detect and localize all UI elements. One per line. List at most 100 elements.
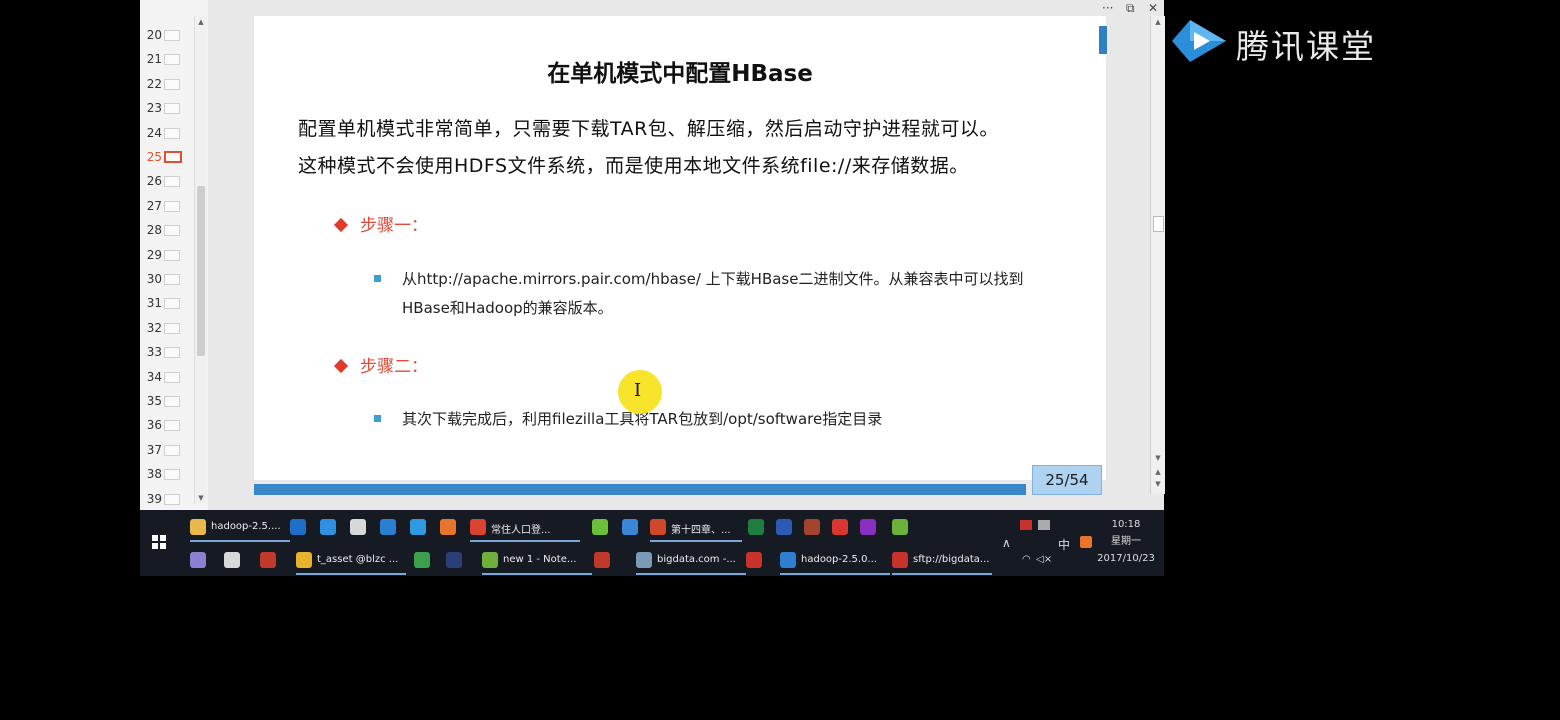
slide-thumbnail[interactable]: 31 [140, 294, 200, 312]
powerpoint-icon [650, 519, 666, 535]
powerpoint-window: 20 21 22 23 24 25 26 27 28 29 30 31 32 33 34 35 36 37 38 39… [140, 0, 1165, 510]
xshell-icon [832, 519, 848, 535]
taskbar-item[interactable] [804, 515, 834, 541]
thumbnail-scrollbar[interactable]: ▲ ▼ [194, 16, 207, 504]
taskbar-item[interactable] [224, 548, 254, 574]
slide-thumbnail[interactable]: 29 [140, 246, 200, 264]
slide-thumbnail[interactable]: 26 [140, 172, 200, 190]
slide-mini-preview [164, 347, 180, 359]
ime-indicator[interactable]: 中 [1058, 536, 1070, 553]
step-2-heading: 步骤二： [333, 352, 428, 377]
taskbar-item[interactable]: hadoop-2.5.... [190, 515, 290, 542]
slide-number: 25 [146, 150, 162, 164]
slide-thumbnail[interactable]: 32 [140, 319, 200, 337]
next-slide-icon[interactable]: ▼ [1153, 480, 1163, 488]
slide-progress-bar [254, 484, 1026, 495]
slide-thumbnail[interactable]: 35 [140, 392, 200, 410]
scroll-up-icon[interactable]: ▲ [197, 18, 205, 26]
scroll-down-icon[interactable]: ▼ [1153, 454, 1163, 462]
app-blue-icon [780, 552, 796, 568]
slide-thumbnail[interactable]: 25 [140, 148, 200, 166]
taskbar-item[interactable] [414, 548, 444, 574]
slide-mini-preview [164, 322, 180, 334]
scroll-thumb[interactable] [197, 186, 205, 356]
taskbar-item[interactable]: 常住人口登... [470, 515, 580, 542]
slide-number: 34 [146, 369, 162, 384]
taskbar-item[interactable] [860, 515, 890, 541]
taskbar-item[interactable]: sftp://bigdata... [892, 548, 992, 575]
app-g-icon [290, 519, 306, 535]
slide-thumbnail[interactable]: 39 [140, 490, 200, 508]
text-cursor-icon: I [634, 380, 642, 401]
windows-start-icon[interactable] [152, 535, 166, 549]
taskbar-item[interactable] [746, 548, 776, 574]
taskbar-item[interactable] [892, 515, 922, 541]
slide-thumbnail[interactable]: 21 [140, 50, 200, 68]
more-options-icon[interactable]: ··· [1102, 1, 1113, 15]
firefox-icon [440, 519, 456, 535]
taskbar-item[interactable] [380, 515, 410, 541]
system-clock[interactable]: 10:18 星期一 2017/10/23 [1088, 516, 1164, 567]
taskbar-item[interactable] [622, 515, 652, 541]
taskbar-item[interactable] [290, 515, 320, 541]
taskbar-item[interactable]: new 1 - Note... [482, 548, 592, 575]
tray-app-icon[interactable] [1020, 520, 1032, 530]
slide-thumbnail[interactable]: 27 [140, 197, 200, 215]
slide-mini-preview [164, 78, 180, 90]
sound-muted-icon[interactable]: ◁× [1036, 554, 1052, 565]
diamond-bullet-icon [333, 217, 349, 233]
wifi-icon[interactable]: ◠ [1022, 554, 1031, 565]
slide-thumbnail[interactable]: 38 [140, 465, 200, 483]
scroll-thumb[interactable] [1153, 216, 1164, 232]
taskbar-item[interactable]: bigdata.com -... [636, 548, 746, 575]
taskbar-item[interactable] [440, 515, 470, 541]
taskbar-item[interactable] [832, 515, 862, 541]
taskbar-item[interactable] [592, 515, 622, 541]
coffee-icon [224, 552, 240, 568]
page-indicator: 25/54 [1032, 465, 1102, 495]
close-icon[interactable]: ✕ [1148, 1, 1158, 15]
slide-thumbnail[interactable]: 33 [140, 343, 200, 361]
scroll-down-icon[interactable]: ▼ [197, 494, 205, 502]
terminal-icon [636, 552, 652, 568]
slide-thumbnail[interactable]: 30 [140, 270, 200, 288]
taskbar-item[interactable] [350, 515, 380, 541]
slide-thumbnail[interactable]: 23 [140, 99, 200, 117]
slide-thumbnail[interactable]: 36 [140, 416, 200, 434]
slide-thumbnail[interactable]: 20 [140, 26, 200, 44]
slide-thumbnail[interactable]: 28 [140, 221, 200, 239]
prev-slide-icon[interactable]: ▲ [1153, 468, 1163, 476]
slide-number: 35 [146, 394, 162, 408]
slide-thumbnail[interactable]: 24 [140, 124, 200, 142]
taskbar-item[interactable] [446, 548, 476, 574]
taskbar-item[interactable] [260, 548, 290, 574]
taskbar-item[interactable] [776, 515, 806, 541]
slide-number: 20 [146, 28, 162, 42]
taskbar-item[interactable] [748, 515, 778, 541]
chrome-icon [470, 519, 486, 535]
editor-scrollbar[interactable]: ▲ ▼ ▲ ▼ [1150, 16, 1165, 494]
slide-canvas[interactable]: 在单机模式中配置HBase 配置单机模式非常简单，只需要下载TAR包、解压缩，然… [254, 16, 1107, 480]
restore-icon[interactable]: ⧉ [1126, 1, 1135, 16]
taskbar-item[interactable]: t_asset @blzc ... [296, 548, 406, 575]
taskbar-item[interactable]: 第十四章、... [650, 515, 742, 542]
winrar-icon [804, 519, 820, 535]
taskbar-item[interactable] [320, 515, 350, 541]
slide-mini-preview [164, 493, 180, 505]
tray-chevron-icon[interactable]: ∧ [1002, 536, 1011, 550]
network-icon [320, 519, 336, 535]
slide-mini-preview [164, 54, 180, 66]
slide-number: 31 [146, 296, 162, 311]
taskbar-item[interactable] [410, 515, 440, 541]
slide-mini-preview [164, 151, 182, 163]
keyboard-icon[interactable] [1038, 520, 1050, 530]
slide-thumbnail[interactable]: 37 [140, 441, 200, 459]
taskbar-item[interactable] [190, 548, 220, 574]
slide-thumbnail[interactable]: 22 [140, 75, 200, 93]
play-logo-icon [1172, 20, 1226, 62]
slide-thumbnail[interactable]: 34 [140, 368, 200, 386]
taskbar-item[interactable]: hadoop-2.5.0... [780, 548, 890, 575]
scroll-up-icon[interactable]: ▲ [1153, 18, 1163, 26]
taskbar-item[interactable] [594, 548, 624, 574]
slide-paragraph-1: 配置单机模式非常简单，只需要下载TAR包、解压缩，然后启动守护进程就可以。 [298, 118, 999, 140]
